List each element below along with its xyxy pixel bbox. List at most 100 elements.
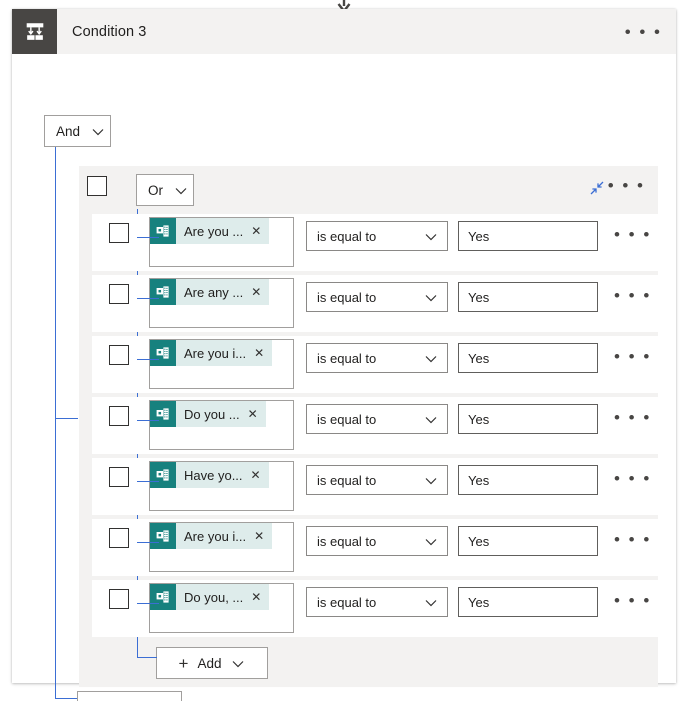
condition-row: Are you i... ✕ is equal to Yes • • • (92, 336, 660, 393)
condition-rows: Are you ... ✕ is equal to Yes • • • Are any .… (92, 214, 660, 641)
collapse-diagonal-icon[interactable] (589, 180, 605, 196)
microsoft-forms-icon (150, 340, 176, 366)
row-checkbox[interactable] (109, 467, 129, 487)
field-token-box[interactable]: Are any ... ✕ (149, 278, 294, 328)
row-connector-branch (137, 603, 159, 604)
remove-token-icon[interactable]: ✕ (249, 225, 269, 237)
row-connector-branch (137, 542, 159, 543)
row-checkbox[interactable] (109, 589, 129, 609)
field-token[interactable]: Have yo... ✕ (150, 462, 269, 488)
operator-dropdown[interactable]: is equal to (306, 526, 448, 556)
value-text: Yes (468, 472, 490, 488)
value-input[interactable]: Yes (458, 404, 598, 434)
remove-token-icon[interactable]: ✕ (246, 408, 266, 420)
chevron-down-icon (425, 412, 437, 427)
operator-dropdown[interactable]: is equal to (306, 465, 448, 495)
field-token[interactable]: Are you ... ✕ (150, 218, 270, 244)
operator-dropdown[interactable]: is equal to (306, 221, 448, 251)
operator-label: is equal to (317, 411, 377, 427)
chevron-down-icon (92, 124, 104, 139)
microsoft-forms-icon (150, 523, 176, 549)
condition-row: Are you i... ✕ is equal to Yes • • • (92, 519, 660, 576)
field-token[interactable]: Are you i... ✕ (150, 340, 273, 366)
field-token-box[interactable]: Are you ... ✕ (149, 217, 294, 267)
outer-operator-label: And (56, 123, 81, 139)
field-token[interactable]: Do you ... ✕ (150, 401, 266, 427)
value-text: Yes (468, 289, 490, 305)
operator-label: is equal to (317, 533, 377, 549)
condition-row: Are you ... ✕ is equal to Yes • • • (92, 214, 660, 271)
chevron-down-icon (425, 290, 437, 305)
inner-operator-dropdown[interactable]: Or (136, 174, 194, 206)
value-input[interactable]: Yes (458, 465, 598, 495)
operator-label: is equal to (317, 594, 377, 610)
value-input[interactable]: Yes (458, 282, 598, 312)
operator-dropdown[interactable]: is equal to (306, 587, 448, 617)
microsoft-forms-icon (150, 462, 176, 488)
operator-label: is equal to (317, 289, 377, 305)
row-menu-button[interactable]: • • • (614, 525, 651, 555)
field-token-box[interactable]: Do you, ... ✕ (149, 583, 294, 633)
field-token[interactable]: Are you i... ✕ (150, 523, 273, 549)
value-text: Yes (468, 411, 490, 427)
field-token-box[interactable]: Are you i... ✕ (149, 339, 294, 389)
outer-add-button[interactable]: + Add (77, 691, 182, 701)
remove-token-icon[interactable]: ✕ (249, 591, 269, 603)
field-token[interactable]: Do you, ... ✕ (150, 584, 270, 610)
outer-operator-dropdown[interactable]: And (44, 115, 111, 147)
value-input[interactable]: Yes (458, 587, 598, 617)
row-menu-button[interactable]: • • • (614, 464, 651, 494)
remove-token-icon[interactable]: ✕ (252, 347, 272, 359)
plus-icon: + (178, 653, 189, 673)
row-checkbox[interactable] (109, 345, 129, 365)
microsoft-forms-icon (150, 584, 176, 610)
field-token-label: Are any ... (184, 284, 244, 300)
or-group-header: Or • • • (79, 166, 658, 214)
value-input[interactable]: Yes (458, 343, 598, 373)
field-token-box[interactable]: Have yo... ✕ (149, 461, 294, 511)
field-token-label: Have yo... (184, 467, 243, 483)
operator-label: is equal to (317, 472, 377, 488)
field-token-label: Are you ... (184, 223, 244, 239)
row-menu-button[interactable]: • • • (614, 220, 651, 250)
row-checkbox[interactable] (109, 284, 129, 304)
row-menu-button[interactable]: • • • (614, 281, 651, 311)
row-menu-button[interactable]: • • • (614, 403, 651, 433)
chevron-down-icon (232, 656, 244, 671)
or-group-panel: Or • • • Are you ... ✕ is equal to Yes •… (79, 166, 660, 687)
field-token-label: Do you, ... (184, 589, 244, 605)
inner-add-connector-branch (137, 657, 157, 658)
or-group-checkbox[interactable] (87, 176, 107, 196)
remove-token-icon[interactable]: ✕ (252, 530, 272, 542)
inner-add-button[interactable]: + Add (156, 647, 268, 679)
card-body: And Or • • • Are you ... ✕ is equal to Y… (12, 54, 676, 701)
row-menu-button[interactable]: • • • (614, 342, 651, 372)
value-input[interactable]: Yes (458, 526, 598, 556)
field-token-label: Do you ... (184, 406, 240, 422)
value-input[interactable]: Yes (458, 221, 598, 251)
value-text: Yes (468, 228, 490, 244)
condition-row: Do you, ... ✕ is equal to Yes • • • (92, 580, 660, 637)
field-token-box[interactable]: Are you i... ✕ (149, 522, 294, 572)
outer-connector-vertical (55, 147, 56, 698)
operator-label: is equal to (317, 228, 377, 244)
remove-token-icon[interactable]: ✕ (249, 469, 269, 481)
row-menu-button[interactable]: • • • (614, 586, 651, 616)
remove-token-icon[interactable]: ✕ (249, 286, 269, 298)
field-token-label: Are you i... (184, 528, 247, 544)
microsoft-forms-icon (150, 279, 176, 305)
card-menu-button[interactable]: • • • (625, 23, 662, 40)
row-connector-branch (137, 298, 159, 299)
row-checkbox[interactable] (109, 223, 129, 243)
row-checkbox[interactable] (109, 406, 129, 426)
field-token-label: Are you i... (184, 345, 247, 361)
or-group-menu-button[interactable]: • • • (608, 176, 645, 196)
operator-dropdown[interactable]: is equal to (306, 282, 448, 312)
field-token[interactable]: Are any ... ✕ (150, 279, 270, 305)
field-token-box[interactable]: Do you ... ✕ (149, 400, 294, 450)
operator-dropdown[interactable]: is equal to (306, 343, 448, 373)
outer-connector-branch (55, 418, 78, 419)
operator-dropdown[interactable]: is equal to (306, 404, 448, 434)
row-connector-branch (137, 359, 159, 360)
row-checkbox[interactable] (109, 528, 129, 548)
